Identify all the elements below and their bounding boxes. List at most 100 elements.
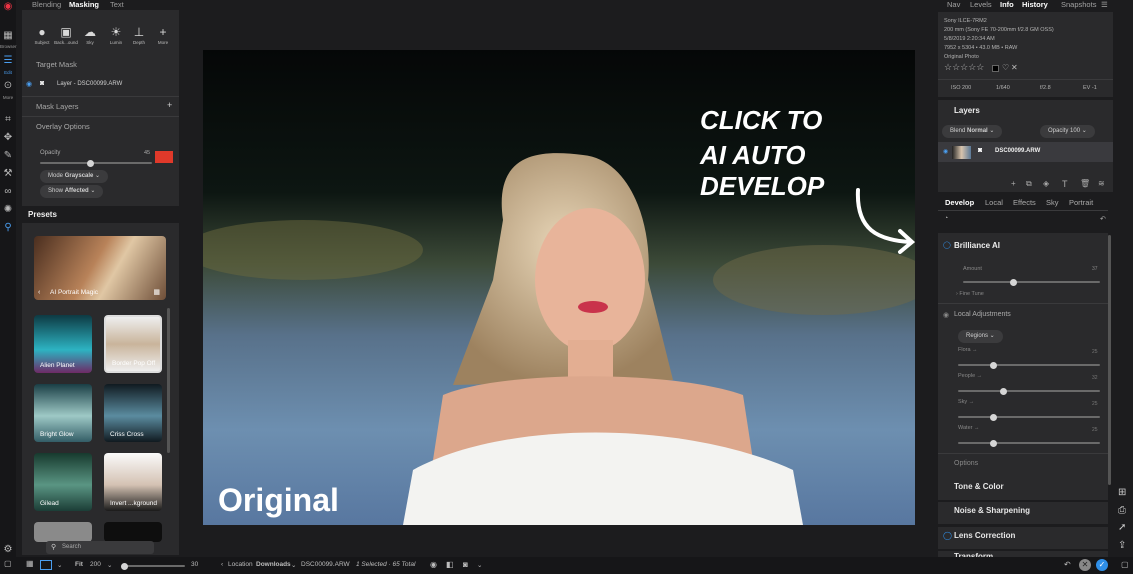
mask-tool-background[interactable]: ▣ Back...ound [54, 24, 78, 45]
section-lens-correction[interactable]: ◯ Lens Correction [938, 527, 1108, 549]
zoom-dropdown-icon[interactable]: ⌄ [107, 561, 112, 569]
delete-layer-icon[interactable]: 🗑 [1080, 179, 1090, 188]
amount-slider[interactable] [963, 278, 1100, 286]
amount-slider-knob[interactable] [1010, 278, 1018, 286]
preset-item[interactable] [34, 522, 92, 542]
grid-icon[interactable]: ▦ [2, 30, 14, 41]
preset-item[interactable]: Border Pop Off [104, 315, 162, 373]
more-icon[interactable]: ⊙ [2, 80, 14, 91]
tab-sky[interactable]: Sky [1046, 198, 1059, 207]
color-label-icon[interactable] [992, 65, 999, 72]
tab-levels[interactable]: Levels [970, 0, 992, 9]
tab-info[interactable]: Info [1000, 0, 1014, 9]
single-view-icon[interactable] [40, 560, 52, 570]
location-folder[interactable]: Downloads [256, 561, 291, 568]
grid-view-icon[interactable]: ▦ [153, 288, 160, 296]
preview-eye-icon[interactable]: ◉ [430, 560, 437, 569]
reject-icon[interactable]: ✕ [1011, 63, 1018, 72]
chevron-left-icon[interactable]: ‹ [38, 289, 40, 296]
preset-item[interactable] [104, 522, 162, 542]
people-slider-knob[interactable] [999, 387, 1007, 395]
thumb-size-knob[interactable] [121, 562, 128, 570]
section-noise-sharpening[interactable]: Noise & Sharpening [938, 502, 1108, 524]
mask-layer-name[interactable]: Layer - DSC00099.ARW [57, 81, 122, 87]
duplicate-layer-icon[interactable]: ⧉ [1026, 179, 1032, 189]
regions-dropdown[interactable]: Regions ⌄ [958, 330, 1003, 343]
crop-icon[interactable]: ⌗ [2, 114, 14, 125]
preset-item[interactable]: Invert ...kground [104, 453, 162, 511]
brush-icon[interactable]: ✎ [2, 150, 14, 161]
compare-icon[interactable]: ◧ [446, 560, 454, 569]
mask-tool-more[interactable]: + More [151, 24, 175, 45]
local-adjust-icon[interactable]: ◉ [943, 311, 949, 319]
layer-opacity-dropdown[interactable]: Opacity 100 ⌄ [1040, 125, 1095, 138]
section-tone-color[interactable]: Tone & Color [938, 478, 1108, 500]
preset-featured[interactable]: AI Portrait Magic ‹ ▦ [34, 236, 166, 300]
star-rating[interactable]: ☆☆☆☆☆ [944, 62, 984, 73]
share-icon[interactable]: ⇪ [1118, 540, 1126, 551]
zoom-value[interactable]: 200 [90, 561, 101, 568]
sky-slider[interactable] [958, 413, 1100, 421]
menu-icon[interactable]: ☰ [1101, 0, 1108, 9]
overlay-color-swatch[interactable] [155, 151, 173, 163]
preset-item[interactable]: Alien Planet [34, 315, 92, 373]
tab-develop[interactable]: Develop [945, 198, 974, 207]
flora-slider-knob[interactable] [990, 361, 997, 369]
sidebar-toggle-icon[interactable]: ▢ [1121, 560, 1129, 569]
power-icon[interactable]: ◯ [943, 241, 951, 249]
sky-slider-knob[interactable] [990, 413, 997, 421]
preset-item[interactable]: Bright Glow [34, 384, 92, 442]
clone-icon[interactable]: ⚒ [2, 168, 14, 179]
back-icon[interactable]: ‹ [221, 561, 223, 568]
preset-item[interactable]: Criss Cross [104, 384, 162, 442]
text-layer-icon[interactable]: T [1062, 179, 1068, 189]
panel-toggle-icon[interactable]: ▢ [4, 559, 12, 568]
stack-icon[interactable]: ≋ [1098, 179, 1105, 188]
main-photo[interactable]: Original CLICK TO AI AUTO DEVELOP [203, 50, 915, 525]
opacity-slider[interactable] [40, 159, 152, 167]
grid-view-icon[interactable]: ▦ [26, 559, 34, 568]
power-icon[interactable]: ◯ [943, 527, 952, 544]
eye-icon[interactable]: ◉ [26, 80, 32, 88]
location-dropdown-icon[interactable]: ⌄ [291, 561, 296, 569]
side-tool-1-icon[interactable]: ⊞ [1118, 487, 1126, 498]
view-dropdown-icon[interactable]: ⌄ [57, 561, 62, 569]
blend-dropdown[interactable]: Blend Normal ⌄ [942, 125, 1003, 138]
tab-local[interactable]: Local [985, 198, 1003, 207]
fit-button[interactable]: Fit [75, 561, 83, 568]
mask-tool-depth[interactable]: ⊥ Depth [127, 24, 151, 45]
mode-dropdown[interactable]: Mode Grayscale ⌄ [40, 170, 109, 183]
layer-row[interactable]: ◉ ◙ DSC00099.ARW [938, 142, 1113, 162]
presets-search-input[interactable]: ⚲ Search [46, 541, 154, 554]
more-dropdown-icon[interactable]: ⌄ [477, 561, 482, 569]
color-icon[interactable]: ✺ [2, 204, 14, 215]
options-label[interactable]: Options [954, 460, 978, 467]
develop-scrollbar[interactable] [1108, 235, 1111, 485]
water-slider[interactable] [958, 439, 1100, 447]
thumb-size-slider[interactable] [121, 562, 185, 570]
ai-icon[interactable]: ◔ [944, 215, 948, 222]
fine-tune-toggle[interactable]: › Fine Tune [956, 291, 984, 297]
mask-tool-subject[interactable]: ● Subject [30, 24, 54, 45]
show-dropdown[interactable]: Show Affected ⌄ [40, 185, 104, 198]
mask-tool-sky[interactable]: ☁ Sky [78, 24, 102, 45]
search-icon[interactable]: ⚲ [2, 222, 14, 233]
opacity-slider-knob[interactable] [86, 159, 94, 167]
healing-icon[interactable]: ∞ [2, 186, 14, 197]
cancel-icon[interactable]: ✕ [1079, 559, 1091, 571]
water-slider-knob[interactable] [990, 439, 997, 447]
people-slider[interactable] [958, 387, 1100, 395]
tab-snapshots[interactable]: Snapshots [1061, 0, 1096, 9]
add-mask-layer-icon[interactable]: + [167, 100, 172, 110]
mask-tool-lumin[interactable]: ☀ Lumin [104, 24, 128, 45]
transform-icon[interactable]: ✥ [2, 132, 14, 143]
tab-portrait[interactable]: Portrait [1069, 198, 1093, 207]
settings-icon[interactable]: ⚙ [2, 544, 14, 555]
tab-effects[interactable]: Effects [1013, 198, 1036, 207]
add-layer-icon[interactable]: + [1011, 179, 1016, 188]
undo-icon[interactable]: ↶ [1064, 560, 1071, 569]
camera-icon[interactable]: ◙ [463, 560, 468, 569]
presets-scrollbar[interactable] [167, 308, 170, 453]
tab-history[interactable]: History [1022, 0, 1048, 9]
tab-nav[interactable]: Nav [947, 0, 960, 9]
